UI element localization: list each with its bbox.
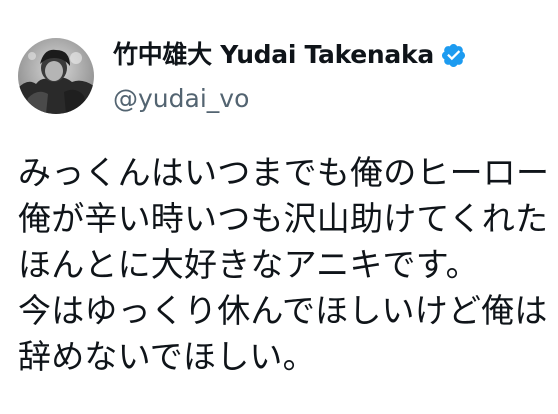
tweet-card: 竹中雄大 Yudai Takenaka @yudai_vo みっくんはいつまでも… xyxy=(0,0,558,414)
tweet-text-line: 辞めないでほしい。 xyxy=(18,337,316,376)
tweet-text: みっくんはいつまでも俺のヒーロー 俺が辛い時いつも沢山助けてくれた ほんとに大好… xyxy=(18,150,558,380)
avatar-photo xyxy=(18,38,94,114)
display-name-row: 竹中雄大 Yudai Takenaka xyxy=(113,38,467,72)
author-avatar[interactable] xyxy=(18,38,94,114)
author-names: 竹中雄大 Yudai Takenaka @yudai_vo xyxy=(113,38,467,115)
tweet-text-line: みっくんはいつまでも俺のヒーロー xyxy=(18,153,550,192)
author-display-name[interactable]: 竹中雄大 Yudai Takenaka xyxy=(113,38,434,72)
tweet-text-line: 俺が辛い時いつも沢山助けてくれた xyxy=(18,199,549,238)
author-handle[interactable]: @yudai_vo xyxy=(113,83,467,115)
verified-badge-icon xyxy=(440,42,467,69)
tweet-text-line: ほんとに大好きなアニキです。 xyxy=(18,245,479,284)
tweet-text-line: 今はゆっくり休んでほしいけど俺は xyxy=(18,291,548,330)
